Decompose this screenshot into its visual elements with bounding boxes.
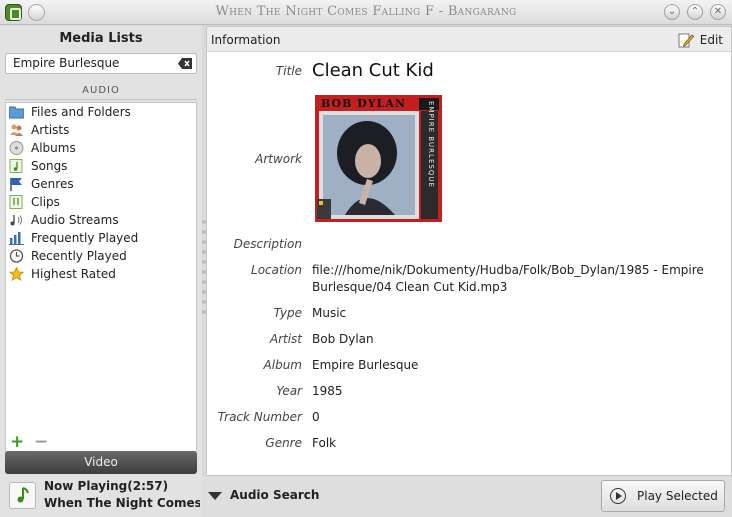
artwork-band-name: BOB DYLAN (321, 97, 406, 110)
sidebar-item-albums[interactable]: Albums (6, 139, 196, 157)
year-value: 1985 (312, 384, 343, 398)
now-playing-track[interactable]: When The Night Comes (44, 496, 200, 510)
edit-label: Edit (699, 33, 723, 47)
artwork-label: Artwork (255, 152, 302, 166)
track-number-value: 0 (312, 410, 320, 424)
genres-icon (10, 178, 22, 191)
sidebar-item-label: Artists (31, 123, 70, 137)
album-artwork[interactable]: BOB DYLAN EMPIRE BURLESQUE (315, 95, 442, 222)
sidebar-item-label: Albums (31, 141, 76, 155)
sidebar-item-audio-streams[interactable]: Audio Streams (6, 211, 196, 229)
sidebar-item-label: Frequently Played (31, 231, 139, 245)
information-title: Information (211, 33, 281, 47)
album-label: Album (263, 358, 302, 372)
video-button[interactable]: Video (5, 451, 197, 474)
track-number-label: Track Number (217, 410, 302, 424)
artist-value: Bob Dylan (312, 332, 374, 346)
highest-rated-icon (9, 267, 24, 281)
artists-icon (10, 124, 23, 136)
title-label: Title (275, 64, 302, 78)
play-selected-button[interactable]: Play Selected (601, 480, 725, 512)
play-icon (610, 488, 626, 504)
sidebar-item-label: Audio Streams (31, 213, 119, 227)
bottom-bar: Audio Search Play Selected (202, 476, 732, 517)
audio-section-label: AUDIO (5, 82, 197, 100)
media-list: Files and Folders Artists Albums Songs G… (5, 102, 197, 452)
songs-icon (9, 159, 23, 173)
sidebar-item-label: Highest Rated (31, 267, 116, 281)
sidebar-item-songs[interactable]: Songs (6, 157, 196, 175)
sidebar-item-genres[interactable]: Genres (6, 175, 196, 193)
location-label: Location (251, 263, 302, 277)
type-label: Type (273, 306, 302, 320)
title-value: Clean Cut Kid (312, 60, 434, 81)
albums-icon (9, 141, 24, 155)
minimize-icon[interactable]: ⌄ (664, 4, 680, 20)
maximize-icon[interactable]: ⌃ (687, 4, 703, 20)
audio-search-toggle[interactable]: Audio Search (208, 488, 319, 502)
information-panel: Information Edit Title Clean Cut Kid Art… (206, 26, 732, 476)
media-lists-title: Media Lists (59, 31, 143, 46)
title-bar: When The Night Comes Falling F - Bangara… (0, 0, 732, 25)
audio-streams-icon (10, 215, 22, 226)
artwork-album-title: EMPIRE BURLESQUE (427, 101, 435, 188)
year-label: Year (276, 384, 302, 398)
selector-value: Empire Burlesque (13, 56, 120, 70)
sidebar-item-label: Songs (31, 159, 68, 173)
artist-label: Artist (269, 332, 302, 346)
sidebar-item-clips[interactable]: Clips (6, 193, 196, 211)
clips-icon (9, 195, 23, 209)
genre-label: Genre (265, 436, 302, 450)
frequently-played-icon (9, 232, 24, 245)
media-list-selector[interactable]: Empire Burlesque (5, 53, 197, 74)
sidebar-item-label: Genres (31, 177, 74, 191)
edit-button[interactable]: Edit (678, 31, 723, 49)
location-value: file:///home/nik/Dokumenty/Hudba/Folk/Bo… (312, 263, 704, 294)
window-title: When The Night Comes Falling F - Bangara… (215, 4, 517, 19)
clear-icon[interactable] (178, 58, 192, 69)
remove-list-button[interactable]: − (34, 432, 48, 452)
sidebar-item-highest-rated[interactable]: Highest Rated (6, 265, 196, 283)
sidebar-item-frequently-played[interactable]: Frequently Played (6, 229, 196, 247)
sidebar-item-label: Recently Played (31, 249, 127, 263)
now-playing-label: Now Playing(2:57) (44, 479, 169, 493)
sidebar-item-recently-played[interactable]: Recently Played (6, 247, 196, 265)
folder-icon (9, 106, 24, 119)
sidebar-item-files-and-folders[interactable]: Files and Folders (6, 103, 196, 121)
play-selected-label: Play Selected (637, 489, 718, 503)
add-list-button[interactable]: + (10, 432, 24, 452)
now-playing-icon (9, 482, 36, 509)
sidebar-item-label: Clips (31, 195, 60, 209)
genre-value: Folk (312, 436, 337, 450)
album-value: Empire Burlesque (312, 358, 419, 372)
type-value: Music (312, 306, 347, 320)
sidebar-item-label: Files and Folders (31, 105, 131, 119)
sidebar: Media Lists Empire Burlesque AUDIO Files… (0, 26, 202, 517)
close-icon[interactable]: ✕ (710, 4, 726, 20)
description-label: Description (233, 237, 302, 251)
recently-played-icon (9, 249, 24, 263)
sidebar-item-artists[interactable]: Artists (6, 121, 196, 139)
pencil-icon (678, 33, 694, 48)
information-header: Information Edit (207, 27, 731, 52)
